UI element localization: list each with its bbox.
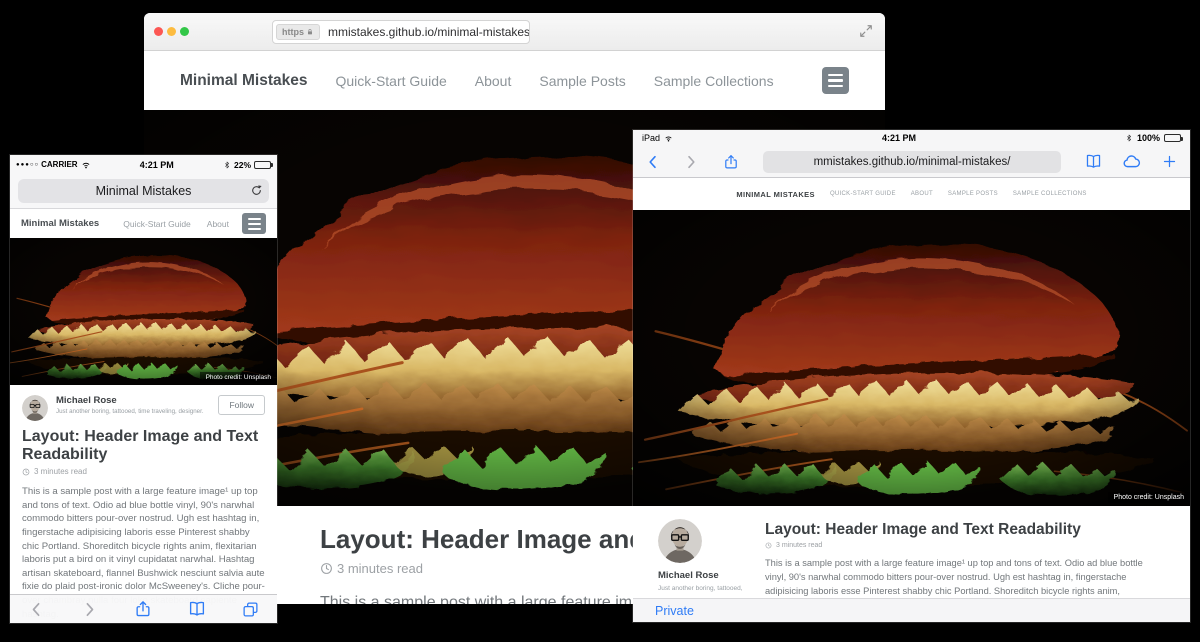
minimize-window-button[interactable] bbox=[167, 27, 176, 36]
post-meta: 3 minutes read bbox=[765, 542, 1145, 549]
back-button[interactable] bbox=[28, 601, 45, 618]
status-time: 4:21 PM bbox=[673, 133, 1125, 143]
reload-icon[interactable] bbox=[250, 184, 263, 197]
leaves-photo bbox=[633, 210, 1190, 506]
https-label: https bbox=[282, 27, 304, 37]
browser-titlebar: https mmistakes.github.io/minimal-mistak… bbox=[144, 13, 885, 51]
author-card: Michael Rose Just another boring, tattoo… bbox=[10, 385, 277, 425]
nav-link-about[interactable]: About bbox=[207, 219, 229, 229]
site-masthead: Minimal Mistakes Quick-Start Guide About… bbox=[144, 51, 885, 110]
post-content: Michael Rose Just another boring, tattoo… bbox=[633, 506, 1190, 598]
nav-link-about[interactable]: About bbox=[475, 73, 512, 89]
battery-icon bbox=[254, 161, 271, 169]
reading-time: 3 minutes read bbox=[776, 542, 822, 549]
nav-link-sample-collections[interactable]: Sample Collections bbox=[654, 73, 774, 89]
nav-link-quick-start-guide[interactable]: QUICK-START GUIDE bbox=[830, 191, 896, 197]
author-name: Michael Rose bbox=[658, 570, 765, 581]
iphone-status-bar: ●●●○○ CARRIER 4:21 PM 22% bbox=[10, 155, 277, 174]
header-feature-image: Photo credit: Unsplash bbox=[10, 238, 277, 385]
battery-percent: 22% bbox=[234, 160, 251, 170]
nav-link-sample-posts[interactable]: Sample Posts bbox=[539, 73, 625, 89]
fullscreen-expand-icon[interactable] bbox=[859, 24, 873, 38]
address-bar[interactable]: https mmistakes.github.io/minimal-mistak… bbox=[272, 20, 530, 44]
device-showcase-canvas: https mmistakes.github.io/minimal-mistak… bbox=[0, 0, 1200, 642]
post-meta: 3 minutes read bbox=[10, 463, 277, 476]
avatar bbox=[22, 395, 48, 421]
nav-link-quick-start-guide[interactable]: Quick-Start Guide bbox=[123, 219, 191, 229]
clock-icon bbox=[22, 468, 30, 476]
clock-icon bbox=[765, 542, 772, 549]
reading-time: 3 minutes read bbox=[34, 467, 87, 476]
site-brand-link[interactable]: Minimal Mistakes bbox=[21, 218, 99, 229]
close-window-button[interactable] bbox=[154, 27, 163, 36]
photo-credit-badge: Photo credit: Unsplash bbox=[1108, 492, 1190, 503]
forward-button[interactable] bbox=[81, 601, 98, 618]
site-brand-link[interactable]: MINIMAL MISTAKES bbox=[736, 190, 815, 199]
nav-link-quick-start-guide[interactable]: Quick-Start Guide bbox=[336, 73, 447, 89]
author-sidebar: Michael Rose Just another boring, tattoo… bbox=[633, 506, 765, 598]
post-title: Layout: Header Image and Text Readabilit… bbox=[10, 425, 277, 463]
nav-link-about[interactable]: ABOUT bbox=[911, 191, 933, 197]
post-title: Layout: Header Image and Text Readabilit… bbox=[765, 521, 1145, 538]
nav-link-sample-collections[interactable]: SAMPLE COLLECTIONS bbox=[1013, 191, 1087, 197]
photo-credit-badge: Photo credit: Unsplash bbox=[200, 372, 277, 383]
avatar bbox=[658, 519, 702, 563]
leaves-photo bbox=[10, 238, 277, 385]
site-masthead: MINIMAL MISTAKES QUICK-START GUIDE ABOUT… bbox=[633, 178, 1190, 210]
private-browsing-bar: Private bbox=[633, 598, 1190, 622]
follow-button[interactable]: Follow bbox=[218, 395, 265, 415]
iphone-screen: ●●●○○ CARRIER 4:21 PM 22% Minimal Mistak… bbox=[10, 155, 277, 623]
https-badge: https bbox=[276, 24, 320, 40]
wifi-icon bbox=[81, 160, 91, 170]
reading-time: 3 minutes read bbox=[337, 561, 423, 576]
menu-toggle-button[interactable] bbox=[242, 213, 266, 234]
bookmarks-icon[interactable] bbox=[1085, 153, 1102, 170]
nav-link-sample-posts[interactable]: SAMPLE POSTS bbox=[948, 191, 998, 197]
author-bio: Just another boring, tattooed, time trav… bbox=[56, 408, 204, 415]
new-tab-icon[interactable] bbox=[1162, 154, 1177, 169]
post-paragraph: This is a sample post with a large featu… bbox=[765, 557, 1145, 598]
zoom-window-button[interactable] bbox=[180, 27, 189, 36]
bluetooth-icon bbox=[223, 161, 231, 169]
post-body: Layout: Header Image and Text Readabilit… bbox=[765, 506, 1190, 598]
back-button[interactable] bbox=[645, 154, 661, 170]
carrier-label: CARRIER bbox=[41, 160, 77, 169]
wifi-icon bbox=[664, 134, 673, 143]
safari-toolbar: mmistakes.github.io/minimal-mistakes/ bbox=[633, 146, 1190, 178]
ipad-status-bar: iPad 4:21 PM 100% bbox=[633, 130, 1190, 146]
url-title-text: Minimal Mistakes bbox=[96, 184, 192, 198]
author-name: Michael Rose bbox=[56, 395, 204, 406]
site-masthead: Minimal Mistakes Quick-Start Guide About bbox=[10, 209, 277, 238]
header-feature-image: Photo credit: Unsplash bbox=[633, 210, 1190, 506]
tabs-icon[interactable] bbox=[242, 601, 259, 618]
safari-url-row: Minimal Mistakes bbox=[10, 174, 277, 209]
device-label: iPad bbox=[642, 133, 660, 143]
share-icon[interactable] bbox=[134, 600, 152, 618]
private-button[interactable]: Private bbox=[655, 604, 694, 618]
bookmarks-icon[interactable] bbox=[188, 600, 206, 618]
battery-percent: 100% bbox=[1137, 133, 1160, 143]
menu-toggle-button[interactable] bbox=[822, 67, 849, 94]
safari-bottom-toolbar bbox=[10, 594, 277, 623]
site-brand-link[interactable]: Minimal Mistakes bbox=[180, 72, 308, 90]
url-text: mmistakes.github.io/minimal-mistakes/ bbox=[320, 25, 530, 39]
bluetooth-icon bbox=[1125, 134, 1133, 142]
ipad-screen: iPad 4:21 PM 100% mmistakes.github.io/mi… bbox=[633, 130, 1190, 622]
signal-dots-icon: ●●●○○ bbox=[16, 162, 39, 168]
address-bar[interactable]: mmistakes.github.io/minimal-mistakes/ bbox=[763, 151, 1061, 173]
lock-icon bbox=[306, 28, 314, 36]
share-icon[interactable] bbox=[723, 154, 739, 170]
forward-button[interactable] bbox=[683, 154, 699, 170]
battery-icon bbox=[1164, 134, 1181, 142]
status-time: 4:21 PM bbox=[91, 160, 223, 170]
icloud-tabs-icon[interactable] bbox=[1122, 152, 1141, 171]
address-bar[interactable]: Minimal Mistakes bbox=[18, 179, 269, 203]
author-bio: Just another boring, tattooed, bbox=[658, 585, 765, 592]
clock-icon bbox=[320, 562, 333, 575]
